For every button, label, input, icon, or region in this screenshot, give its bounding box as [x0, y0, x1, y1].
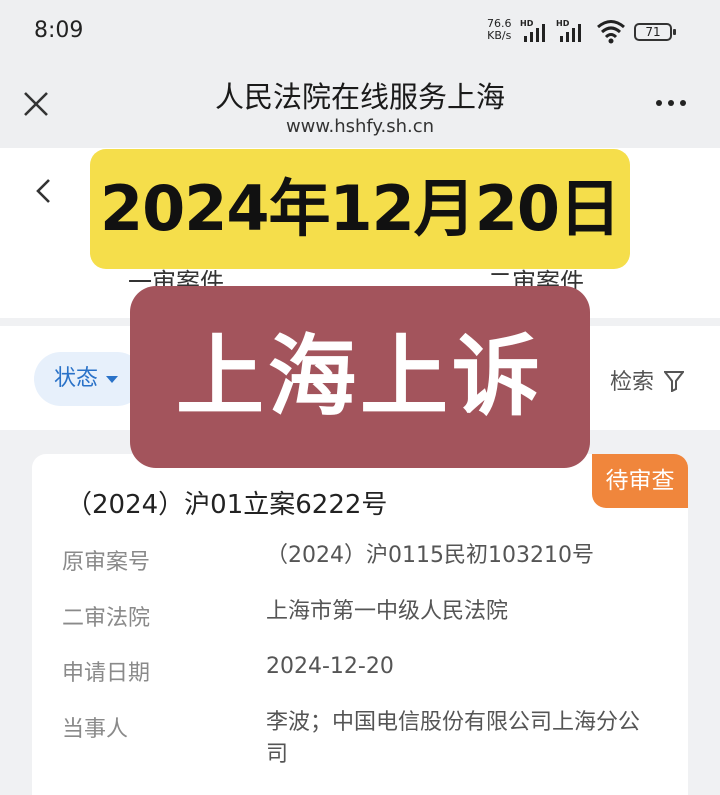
svg-text:HD: HD	[520, 19, 534, 28]
date-banner: 2024年12月20日	[90, 149, 630, 269]
status-badge: 待审查	[592, 454, 688, 508]
field-label-apply-date: 申请日期	[62, 661, 151, 686]
app-url: www.hshfy.sh.cn	[285, 116, 435, 137]
search-filter-label: 检索	[610, 370, 655, 395]
network-speed: 76.6 KB/s	[487, 18, 512, 42]
topic-banner: 上海上诉	[130, 286, 590, 468]
more-icon[interactable]	[654, 98, 688, 108]
filter-icon	[664, 371, 685, 392]
back-icon[interactable]	[32, 176, 54, 206]
app-header: 人民法院在线服务上海 www.hshfy.sh.cn	[0, 62, 720, 148]
battery-icon: 71	[634, 23, 676, 41]
field-value-original-case: （2024）沪0115民初103210号	[266, 543, 594, 568]
field-value-apply-date: 2024-12-20	[266, 654, 394, 679]
status-time: 8:09	[34, 18, 84, 43]
field-value-court: 上海市第一中级人民法院	[266, 599, 509, 624]
status-bar: 8:09 76.6 KB/s HD HD 71	[0, 0, 720, 62]
search-filter-button[interactable]: 检索	[610, 364, 685, 396]
svg-text:HD: HD	[556, 19, 570, 28]
field-label-court: 二审法院	[62, 606, 151, 631]
field-label-original-case: 原审案号	[62, 550, 151, 575]
case-card[interactable]: 待审查 （2024）沪01立案6222号 原审案号 （2024）沪0115民初1…	[32, 454, 688, 795]
status-filter-label: 状态	[54, 366, 99, 391]
field-value-parties: 李波；中国电信股份有限公司上海分公司	[266, 710, 641, 767]
app-title: 人民法院在线服务上海	[214, 80, 505, 114]
wifi-icon	[597, 20, 625, 44]
network-speed-unit: KB/s	[487, 29, 512, 42]
signal-icon-2: HD	[556, 19, 581, 42]
caret-down-icon	[106, 375, 119, 383]
field-label-parties: 当事人	[62, 717, 129, 742]
signal-icon: HD	[520, 19, 545, 42]
case-number: （2024）沪01立案6222号	[66, 490, 388, 520]
status-filter-button[interactable]: 状态	[34, 352, 144, 406]
